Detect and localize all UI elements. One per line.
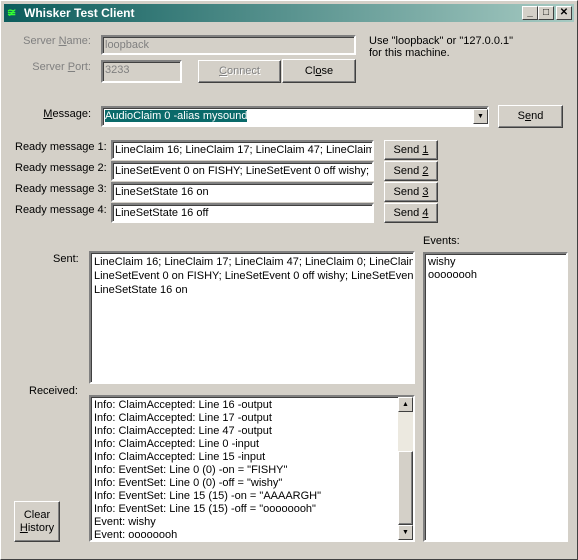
connect-button[interactable]: Connect [198, 60, 281, 83]
send-ready-2-button[interactable]: Send 2 [384, 161, 438, 181]
received-label: Received: [29, 385, 78, 397]
main-window: ≆ Whisker Test Client _ □ ✕ Server Name:… [0, 0, 578, 560]
server-port-input[interactable]: 3233 [101, 60, 182, 83]
ready-message-4-input[interactable]: LineSetState 16 off [111, 203, 374, 223]
maximize-button[interactable]: □ [538, 6, 554, 20]
ready-message-1-input[interactable]: LineClaim 16; LineClaim 17; LineClaim 47… [111, 140, 374, 160]
event-item[interactable]: wishy [428, 256, 563, 269]
message-combobox[interactable]: AudioClaim 0 -alias mysound [101, 106, 489, 127]
server-port-label: Server Port: [32, 61, 91, 73]
sent-line: LineSetState 16 on [94, 284, 188, 296]
received-line: Info: EventSet: Line 0 (0) -off = "wishy… [94, 477, 283, 489]
ready-message-3-input[interactable]: LineSetState 16 on [111, 182, 374, 202]
received-line: Event: oooooooh [94, 529, 178, 541]
received-line: Info: ClaimAccepted: Line 17 -output [94, 412, 272, 424]
ready-message-4-label: Ready message 4: [15, 204, 107, 216]
sent-line: LineClaim 16; LineClaim 17; LineClaim 47… [94, 256, 415, 268]
ready-message-3-label: Ready message 3: [15, 183, 107, 195]
send-ready-1-button[interactable]: Send 1 [384, 140, 438, 160]
received-line: Info: EventSet: Line 15 (15) -off = "ooo… [94, 503, 316, 515]
close-window-button[interactable]: ✕ [556, 6, 572, 20]
message-dropdown-arrow-icon[interactable]: ▼ [473, 109, 488, 124]
window-title: Whisker Test Client [24, 6, 135, 20]
server-name-input[interactable]: loopback [101, 35, 356, 55]
event-item[interactable]: oooooooh [428, 269, 563, 282]
received-line: Info: ClaimAccepted: Line 47 -output [94, 425, 272, 437]
received-line: Info: EventSet: Line 0 (0) -on = "FISHY" [94, 464, 288, 476]
events-list[interactable]: wishy oooooooh [423, 252, 568, 542]
message-label: Message: [43, 108, 91, 120]
server-hint-line2: for this machine. [369, 47, 450, 59]
received-textbox[interactable]: Info: ClaimAccepted: Line 16 -output Inf… [89, 395, 415, 542]
server-hint-line1: Use "loopback" or "127.0.0.1" [369, 35, 514, 47]
send-message-button[interactable]: Se nd [498, 105, 563, 128]
ready-message-1-label: Ready message 1: [15, 141, 107, 153]
ready-message-2-input[interactable]: LineSetEvent 0 on FISHY; LineSetEvent 0 … [111, 161, 374, 181]
send-ready-4-button[interactable]: Send 4 [384, 203, 438, 223]
received-line: Info: ClaimAccepted: Line 0 -input [94, 438, 260, 450]
whisker-app-icon: ≆ [7, 7, 17, 19]
sent-line: LineSetEvent 0 on FISHY; LineSetEvent 0 … [94, 270, 415, 282]
scrollbar-thumb[interactable] [398, 451, 413, 525]
title-bar: ≆ Whisker Test Client _ □ ✕ [4, 4, 574, 22]
sent-textbox[interactable]: LineClaim 16; LineClaim 17; LineClaim 47… [89, 251, 415, 384]
minimize-button[interactable]: _ [522, 6, 538, 20]
scroll-down-arrow-icon[interactable]: ▼ [398, 525, 413, 540]
message-value: AudioClaim 0 -alias mysound [105, 110, 248, 122]
received-line: Event: wishy [94, 516, 156, 528]
received-line: Info: ClaimAccepted: Line 16 -output [94, 399, 272, 411]
received-line: Info: ClaimAccepted: Line 15 -input [94, 451, 266, 463]
send-ready-3-button[interactable]: Send 3 [384, 182, 438, 202]
received-line: Info: EventSet: Line 15 (15) -on = "AAAA… [94, 490, 322, 502]
close-connection-button[interactable]: Cl o se [282, 59, 356, 83]
ready-message-2-label: Ready message 2: [15, 162, 107, 174]
clear-history-button[interactable]: Clear History [14, 501, 60, 542]
events-label: Events: [423, 235, 460, 247]
server-name-label: Server Name: [23, 35, 91, 47]
sent-label: Sent: [53, 253, 79, 265]
scroll-up-arrow-icon[interactable]: ▲ [398, 397, 413, 412]
